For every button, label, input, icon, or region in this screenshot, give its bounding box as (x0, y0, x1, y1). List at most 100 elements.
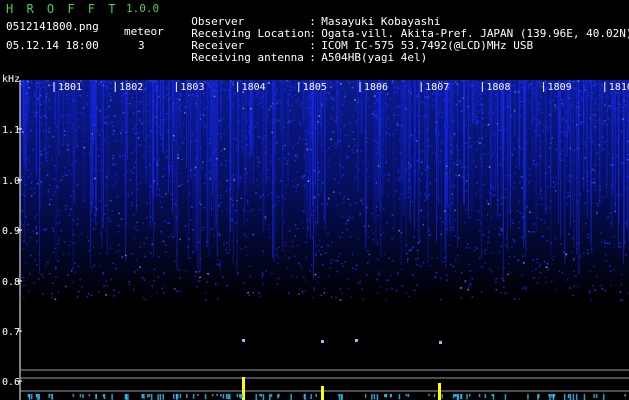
noise-speckle (449, 136, 452, 139)
noise-speckle (475, 247, 477, 249)
noise-speckle (321, 143, 323, 146)
noise-speckle (281, 195, 283, 197)
noise-speckle (62, 175, 64, 177)
noise-speckle (354, 99, 356, 101)
noise-speckle (587, 236, 589, 239)
noise-speckle (328, 93, 330, 95)
noise-speckle (297, 91, 300, 94)
noise-speckle (139, 119, 141, 122)
noise-speckle (623, 241, 626, 244)
noise-speckle (604, 95, 607, 98)
noise-speckle (468, 216, 471, 219)
noise-speckle (452, 183, 454, 185)
noise-speckle (594, 164, 596, 166)
noise-speckle (434, 99, 436, 101)
noise-speckle (339, 299, 342, 301)
noise-speckle (378, 142, 381, 144)
baseline-noise (236, 394, 238, 398)
noise-speckle (619, 245, 622, 248)
noise-speckle (28, 168, 30, 171)
noise-speckle (553, 186, 555, 189)
noise-speckle (373, 177, 376, 180)
noise-speckle (46, 117, 48, 119)
noise-speckle (523, 286, 525, 288)
noise-speckle (517, 89, 519, 91)
noise-speckle (593, 189, 596, 191)
noise-speckle (223, 148, 226, 150)
noise-streak (90, 80, 91, 268)
noise-speckle (195, 158, 198, 161)
noise-speckle (552, 256, 555, 258)
noise-speckle (302, 210, 305, 212)
noise-speckle (626, 94, 628, 97)
noise-speckle (533, 277, 535, 279)
noise-speckle (472, 107, 474, 110)
noise-speckle (452, 91, 454, 94)
noise-streak (282, 80, 284, 252)
noise-speckle (610, 284, 612, 287)
noise-streak (502, 80, 504, 168)
noise-speckle (546, 263, 549, 265)
noise-speckle (65, 94, 68, 97)
noise-speckle (227, 125, 229, 127)
noise-streak (45, 80, 47, 161)
noise-speckle (144, 157, 147, 159)
noise-speckle (317, 161, 319, 164)
noise-speckle (68, 113, 70, 115)
noise-streak (306, 80, 308, 237)
noise-speckle (165, 150, 168, 152)
noise-speckle (205, 177, 207, 179)
noise-speckle (564, 255, 567, 257)
noise-speckle (210, 92, 213, 94)
noise-speckle (156, 164, 159, 166)
noise-speckle (464, 280, 467, 282)
noise-speckle (344, 261, 346, 263)
noise-speckle (521, 255, 524, 257)
noise-speckle (48, 188, 50, 191)
noise-speckle (539, 83, 541, 85)
noise-speckle (52, 136, 55, 138)
noise-speckle (245, 119, 247, 122)
noise-speckle (209, 178, 211, 180)
noise-speckle (193, 174, 196, 177)
noise-speckle (523, 262, 525, 264)
noise-speckle (51, 84, 54, 86)
noise-speckle (154, 103, 157, 105)
baseline-noise (398, 394, 401, 400)
noise-speckle (505, 188, 507, 191)
noise-speckle (440, 101, 443, 103)
noise-speckle (310, 93, 312, 96)
noise-streak (617, 80, 619, 247)
baseline-noise (563, 394, 566, 400)
noise-speckle (375, 171, 377, 174)
noise-speckle (184, 106, 187, 109)
noise-speckle (540, 263, 542, 266)
noise-speckle (182, 124, 185, 126)
noise-speckle (218, 119, 221, 122)
noise-speckle (115, 267, 117, 270)
noise-streak (382, 80, 384, 198)
noise-speckle (127, 194, 130, 197)
noise-speckle (453, 131, 456, 134)
noise-speckle (536, 258, 539, 260)
noise-speckle (352, 148, 354, 151)
noise-speckle (110, 96, 112, 98)
noise-speckle (90, 294, 93, 297)
noise-speckle (64, 285, 67, 288)
noise-speckle (450, 229, 452, 231)
noise-speckle (29, 236, 31, 239)
noise-speckle (171, 236, 174, 238)
noise-streak (560, 80, 561, 239)
noise-speckle (593, 177, 595, 180)
noise-speckle (427, 145, 429, 148)
noise-speckle (155, 193, 158, 195)
noise-speckle (256, 122, 258, 124)
noise-speckle (52, 227, 54, 230)
noise-speckle (21, 210, 24, 212)
noise-speckle (441, 141, 444, 143)
noise-speckle (529, 211, 531, 213)
noise-speckle (108, 105, 110, 108)
noise-speckle (578, 148, 580, 150)
noise-speckle (75, 112, 78, 114)
noise-speckle (619, 193, 622, 196)
